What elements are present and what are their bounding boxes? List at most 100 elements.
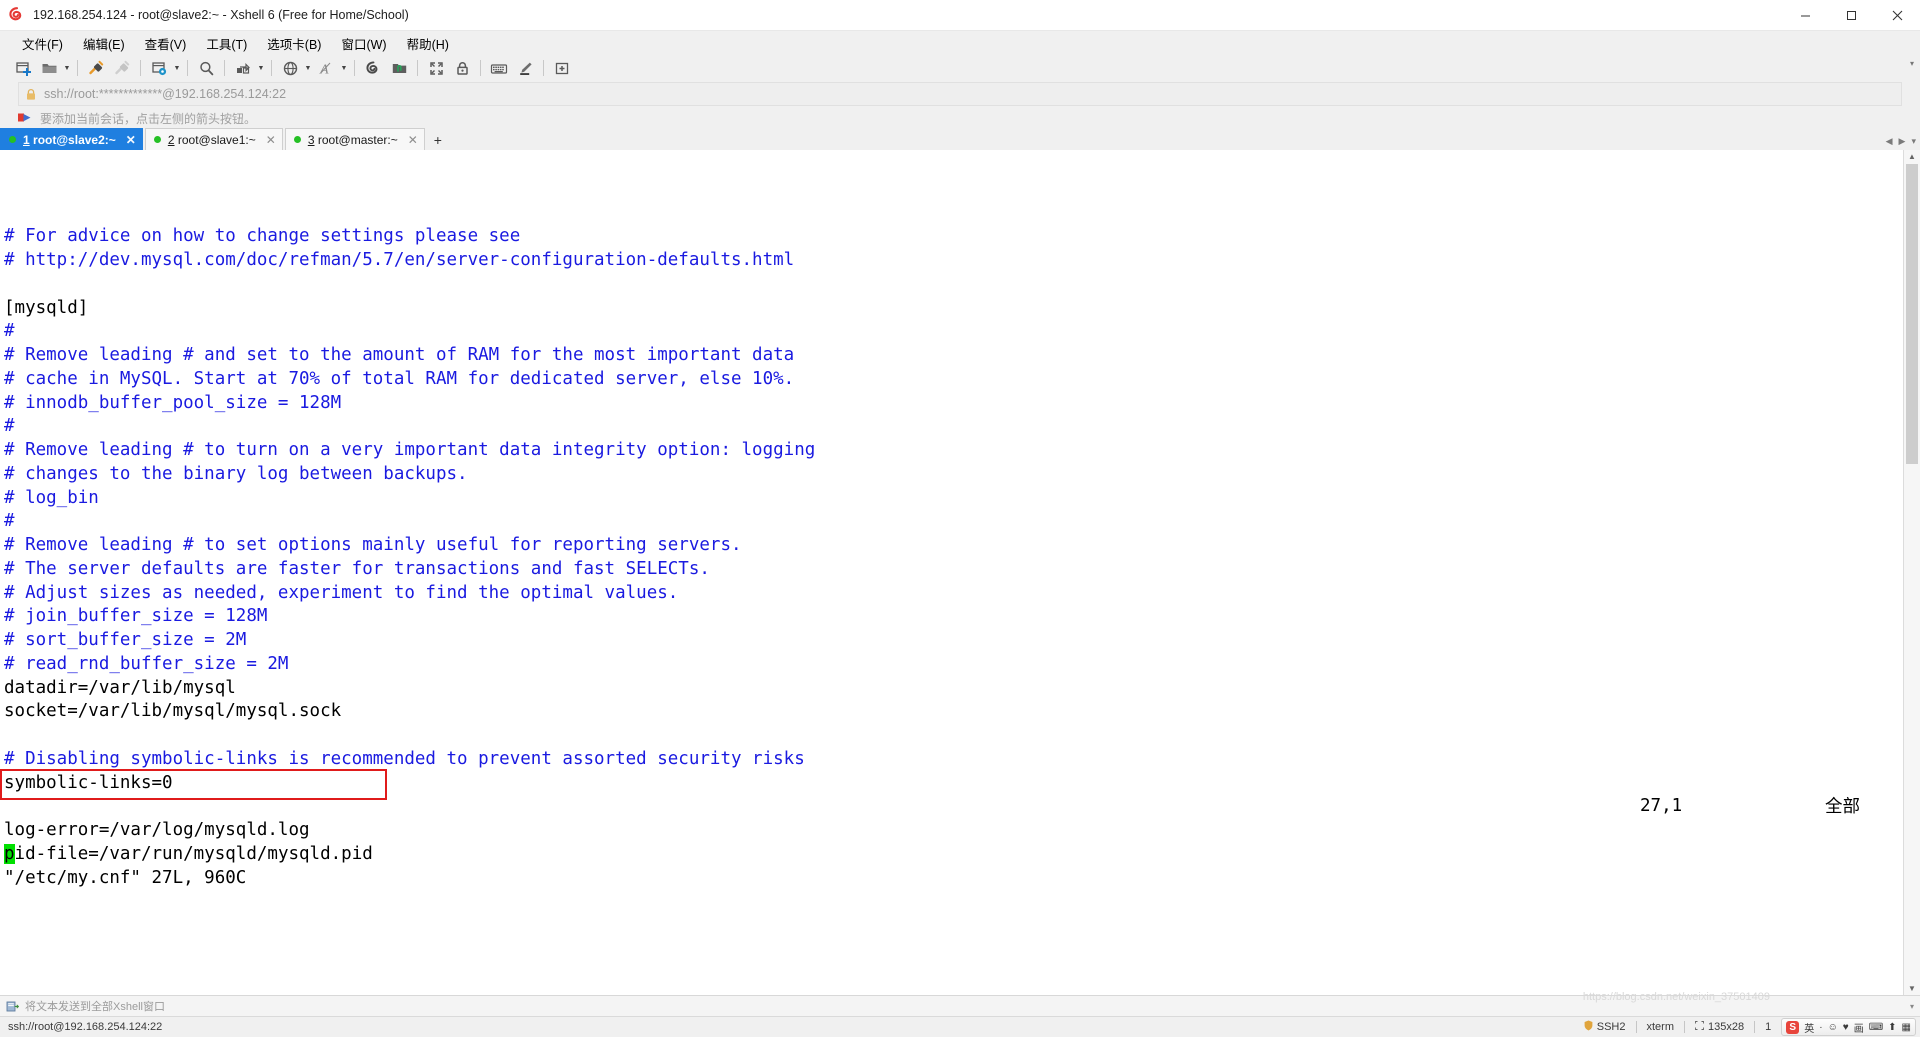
toolbar-separator [140,60,141,76]
keyboard-icon[interactable] [486,57,512,79]
menu-view[interactable]: 查看(V) [135,31,197,56]
tab-root-master[interactable]: 3 root@master:~ ✕ [284,128,425,150]
terminal-output[interactable]: # For advice on how to change settings p… [0,150,1903,995]
sogou-logo-icon[interactable]: S [1786,1020,1800,1034]
arrow-flag-icon [18,112,32,124]
cursor-position-indicator: 27,1 [1640,796,1683,817]
ime-keyboard-icon[interactable]: ⌨ [1869,1022,1883,1033]
font-size-icon[interactable]: A [313,57,339,79]
terminal-area: # For advice on how to change settings p… [0,150,1920,995]
status-bar: ssh://root@192.168.254.124:22 SSH2 xterm… [0,1016,1920,1037]
terminal-line: # For advice on how to change settings p… [4,225,1903,249]
tab-root-slave1[interactable]: 2 root@slave1:~ ✕ [144,128,283,150]
add-note-icon[interactable] [549,57,575,79]
file-transfer-dropdown-caret[interactable]: ▼ [256,57,266,79]
tab-root-slave2[interactable]: 1 root@slave2:~ ✕ [0,128,143,150]
globe-icon[interactable] [277,57,303,79]
scroll-down-icon[interactable]: ▼ [1908,982,1916,995]
tab-list-icon[interactable]: ▾ [1911,136,1916,147]
open-folder-icon[interactable] [36,57,62,79]
xftp-folder-icon[interactable] [386,57,412,79]
terminal-line-text: datadir=/var/lib/mysql [4,677,236,698]
globe-dropdown-caret[interactable]: ▼ [303,57,313,79]
new-tab-button[interactable]: + [427,129,449,150]
terminal-line: # cache in MySQL. Start at 70% of total … [4,368,1903,392]
terminal-line-text: # The server defaults are faster for tra… [4,558,710,579]
terminal-line: # The server defaults are faster for tra… [4,558,1903,582]
vim-file-info: "/etc/my.cnf" 27L, 960C [4,867,247,888]
close-icon[interactable]: ✕ [408,133,418,147]
session-properties-dropdown-caret[interactable]: ▼ [172,57,182,79]
terminal-line-text: # Remove leading # and set to the amount… [4,345,795,365]
ime-upload-icon[interactable]: ⬆ [1888,1022,1896,1033]
terminal-line: # http://dev.mysql.com/doc/refman/5.7/en… [4,249,1903,273]
disconnect-plug-icon[interactable] [109,57,135,79]
find-icon[interactable] [193,57,219,79]
scroll-up-icon[interactable]: ▲ [1908,150,1916,163]
address-bar[interactable]: ssh://root:*************@192.168.254.124… [18,82,1902,106]
menu-help[interactable]: 帮助(H) [397,31,459,56]
toolbar-separator [543,60,544,76]
close-icon[interactable]: ✕ [266,133,276,147]
menu-file[interactable]: 文件(F) [12,31,73,56]
terminal-line-text: # join_buffer_size = 128M [4,606,268,627]
tab-index: 2 [167,132,175,147]
minimize-button[interactable] [1782,0,1828,30]
lock-icon[interactable] [449,57,475,79]
terminal-line-text: # log_bin [4,487,99,508]
close-icon[interactable]: ✕ [126,133,136,147]
terminal-line: # join_buffer_size = 128M [4,605,1903,629]
close-button[interactable] [1874,0,1920,30]
terminal-line: # Disabling symbolic-links is recommende… [4,748,1903,772]
scroll-position-indicator: 全部 [1825,796,1860,817]
toolbar-separator [224,60,225,76]
connection-status-dot [153,136,161,143]
ime-lang-icon[interactable]: 英 [1804,1020,1814,1035]
fullscreen-icon[interactable] [423,57,449,79]
font-size-dropdown-caret[interactable]: ▼ [339,57,349,79]
new-session-icon[interactable] [10,57,36,79]
terminal-line-text: # Adjust sizes as needed, experiment to … [4,582,679,603]
open-folder-dropdown-caret[interactable]: ▼ [62,57,72,79]
menu-tools[interactable]: 工具(T) [196,31,257,56]
menu-tabs[interactable]: 选项卡(B) [257,31,331,56]
toolbar-separator [271,60,272,76]
xshell-spiral-icon[interactable] [360,57,386,79]
tab-index: 1 [23,132,30,147]
maximize-button[interactable] [1828,0,1874,30]
ime-emoji-icon[interactable]: ☺ [1828,1022,1838,1033]
terminal-line-text: socket=/var/lib/mysql/mysql.sock [4,701,342,722]
ime-tray[interactable]: S 英 · ☺ ♥ 画 ⌨ ⬆ ▦ [1781,1018,1916,1036]
toolbar-overflow-caret[interactable]: ▾ [1910,59,1914,68]
tab-prev-icon[interactable]: ◀ [1886,136,1893,147]
status-separator [1754,1021,1756,1033]
terminal-cursor: p [4,843,15,864]
ime-draw-icon[interactable]: 画 [1854,1020,1864,1035]
terminal-line-text: # [4,321,15,342]
terminal-line-text: # read_rnd_buffer_size = 2M [4,653,289,674]
tab-next-icon[interactable]: ▶ [1899,136,1906,147]
highlighter-icon[interactable] [512,57,538,79]
tab-nav-controls: ◀ ▶ ▾ [1886,136,1916,147]
file-transfer-icon[interactable] [230,57,256,79]
scrollbar-thumb[interactable] [1906,164,1918,464]
add-session-hint-bar: 要添加当前会话，点击左侧的箭头按钮。 [18,108,1902,128]
address-input[interactable]: ssh://root:*************@192.168.254.124… [44,87,286,101]
ime-punct-icon[interactable]: · [1819,1022,1822,1033]
tab-bar: 1 root@slave2:~ ✕ 2 root@slave1:~ ✕ 3 ro… [0,128,1920,150]
session-properties-icon[interactable] [146,57,172,79]
terminal-scrollbar[interactable]: ▲ ▼ [1903,150,1920,995]
status-num-lock: 1 [1765,1021,1772,1033]
terminal-line-text: # innodb_buffer_pool_size = 128M [4,392,342,413]
ime-toolbox-icon[interactable]: ▦ [1902,1022,1911,1033]
toolbar-separator [354,60,355,76]
protocol-label: SSH2 [1596,1021,1626,1033]
ime-heart-icon[interactable]: ♥ [1843,1022,1849,1033]
title-bar: 192.168.254.124 - root@slave2:~ - Xshell… [0,0,1920,31]
connect-plug-icon[interactable] [83,57,109,79]
terminal-line-text: # sort_buffer_size = 2M [4,630,247,650]
send-to-all-caret[interactable]: ▾ [1910,1002,1914,1011]
menu-window[interactable]: 窗口(W) [331,31,396,56]
status-protocol: SSH2 [1584,1020,1626,1034]
menu-edit[interactable]: 编辑(E) [73,31,135,56]
